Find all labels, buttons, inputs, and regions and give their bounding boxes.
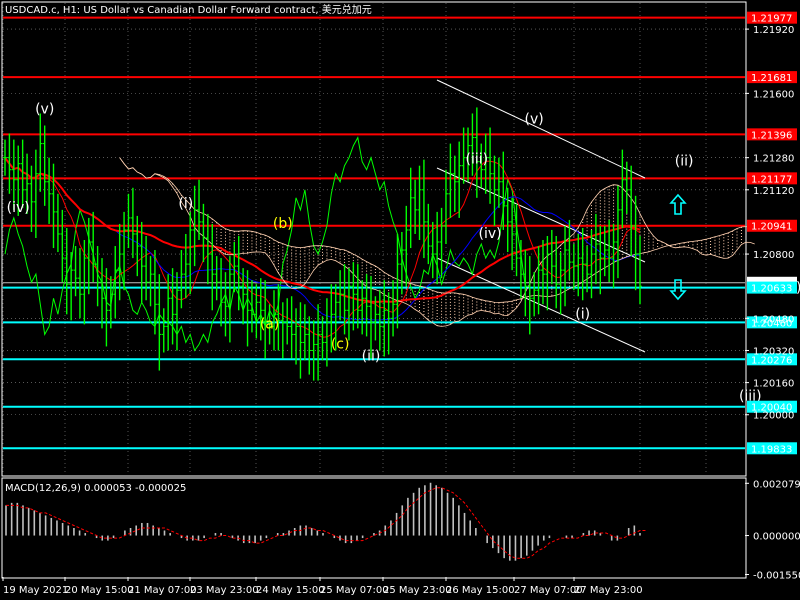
level-label: 1.19833 [751, 444, 792, 455]
macd-y-tick-label: 0.000000 [753, 532, 800, 543]
x-tick-label: 21 May 07:00 [128, 585, 197, 596]
window-title: USDCAD.c, H1: US Dollar vs Canadian Doll… [5, 3, 372, 16]
x-tick-label: 26 May 15:00 [446, 585, 515, 596]
chart-grid [2, 3, 745, 475]
y-tick-label: 1.20160 [753, 379, 794, 390]
wave-label: (v) [525, 112, 544, 128]
level-label: 1.21681 [751, 73, 792, 84]
level-label: 1.20633 [751, 284, 792, 295]
horizontal-levels [3, 16, 745, 450]
x-tick-label: 25 May 07:00 [320, 585, 389, 596]
tenkan-line [4, 157, 641, 338]
y-tick-label: 1.20480 [753, 314, 794, 325]
arrow-up-icon [669, 193, 687, 215]
y-tick-label: 1.20000 [753, 411, 794, 422]
wave-label: (iv) [479, 226, 502, 242]
macd-signal-line [6, 487, 646, 559]
wave-label: (b) [273, 216, 293, 232]
x-tick-label: 25 May 23:00 [383, 585, 452, 596]
y-tick-label: 1.21600 [753, 89, 794, 100]
level-label: 1.21977 [751, 14, 792, 25]
level-label: 1.21177 [751, 174, 792, 185]
x-tick-label: 23 May 23:00 [190, 585, 259, 596]
macd-y-tick-label: -0.001550 [753, 570, 800, 581]
kijun-line [4, 157, 640, 321]
x-tick-label: 19 May 2021 [3, 585, 68, 596]
y-tick-label: 1.21120 [753, 186, 794, 197]
main-plot-frame [1, 1, 747, 477]
x-tick-label: 20 May 15:00 [65, 585, 134, 596]
x-tick-label: 27 May 07:00 [514, 585, 583, 596]
y-tick-label: 1.21920 [753, 25, 794, 36]
wave-label: (v) [35, 101, 54, 117]
wave-label: (i) [575, 306, 590, 322]
x-tick-label: 24 May 15:00 [256, 585, 325, 596]
level-label: 1.21396 [751, 130, 792, 141]
wave-label: (iii) [466, 152, 489, 168]
macd-panel: 0.002079 0.000000 -0.001550 [5, 479, 800, 581]
macd-y-tick-label: 0.002079 [753, 479, 800, 490]
wave-label: (a) [260, 316, 280, 332]
price-chart[interactable]: (v) (iv) (i) (b) (a) (c) (ii) (iii) (iv) (v) (ii) (… [0, 0, 800, 600]
time-axis: 19 May 202120 May 15:0021 May 07:0023 Ma… [2, 577, 643, 596]
wave-label: (i) [178, 196, 193, 212]
y-tick-label: 1.20320 [753, 346, 794, 357]
wave-label: (c) [331, 336, 350, 352]
wave-label: (iv) [7, 200, 30, 216]
wave-label: (ii) [675, 154, 694, 170]
y-tick-label: 1.21280 [753, 154, 794, 165]
wave-label: (ii) [362, 349, 381, 365]
macd-label: MACD(12,26,9) 0.000053 -0.000025 [5, 483, 186, 494]
level-label: 1.20941 [751, 222, 792, 233]
y-tick-label: 1.20800 [753, 250, 794, 261]
price-axis: 1.21977 1.21681 1.21396 1.21177 1.20941 1.206… [745, 11, 797, 455]
x-tick-label: 27 May 23:00 [574, 585, 643, 596]
